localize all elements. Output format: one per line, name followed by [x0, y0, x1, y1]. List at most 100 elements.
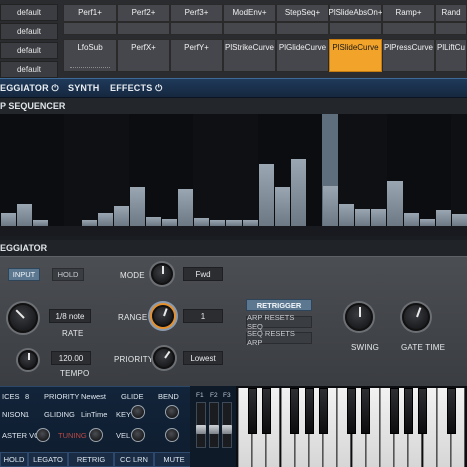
black-key[interactable] — [446, 388, 456, 434]
mod-cell-plpresscurve[interactable]: PlPressCurve — [382, 39, 435, 72]
range-value[interactable]: 1 — [183, 309, 223, 323]
black-key[interactable] — [304, 388, 314, 434]
mod-cell-empty[interactable] — [223, 22, 276, 35]
mod-cell-plslidecurve[interactable]: PlSlideCurve — [329, 39, 382, 72]
gate-time-knob[interactable] — [402, 303, 430, 331]
fader-f2[interactable] — [209, 402, 219, 448]
mod-cell-empty[interactable] — [117, 22, 170, 35]
mod-cell-plglidecurve[interactable]: PlGlideCurve — [276, 39, 329, 72]
glide-vel-knob[interactable] — [131, 428, 145, 442]
mod-cell-ramp[interactable]: Ramp+ — [382, 4, 435, 22]
priority-knob[interactable] — [153, 347, 175, 369]
preset-slot[interactable]: default — [0, 61, 58, 78]
mod-cell-plliftcurve[interactable]: PlLiftCu — [435, 39, 467, 72]
mode-value[interactable]: Fwd — [183, 267, 223, 281]
tuning-knob[interactable] — [89, 428, 103, 442]
master-vol-knob[interactable] — [36, 428, 50, 442]
mod-cell-stepseq[interactable]: StepSeq+ — [276, 4, 329, 22]
step-bar[interactable] — [258, 164, 274, 226]
arp-resets-seq-button[interactable]: ARP RESETS SEQ — [246, 313, 312, 331]
glide-key-knob[interactable] — [131, 405, 145, 419]
rate-value[interactable]: 1/8 note — [49, 309, 91, 323]
preset-slot[interactable]: default — [0, 23, 58, 40]
unison-value[interactable]: 1 — [25, 410, 29, 419]
black-key[interactable] — [403, 388, 413, 434]
mod-cell-plslideabson[interactable]: PlSlideAbsOn+ — [328, 4, 383, 22]
priority-value[interactable]: Newest — [81, 392, 106, 401]
step-bar[interactable] — [419, 219, 435, 226]
tab-effects[interactable]: EFFECTS ⏻ — [110, 83, 162, 94]
step-bar[interactable] — [274, 186, 290, 226]
rate-knob[interactable] — [8, 303, 38, 333]
mod-cell-rand[interactable]: Rand — [435, 4, 467, 22]
black-key[interactable] — [389, 388, 399, 434]
cc-learn-toggle[interactable]: CC LRN — [114, 452, 154, 467]
mod-cell-empty[interactable] — [382, 22, 435, 35]
priority-value[interactable]: Lowest — [183, 351, 223, 365]
step-bar[interactable] — [451, 213, 467, 226]
mod-cell-perf3[interactable]: Perf3+ — [170, 4, 223, 22]
black-key[interactable] — [318, 388, 328, 434]
step-bar[interactable] — [387, 181, 403, 226]
range-knob[interactable] — [152, 305, 174, 327]
seq-resets-arp-button[interactable]: SEQ RESETS ARP — [246, 329, 312, 347]
preset-slot[interactable]: default — [0, 42, 58, 59]
black-key[interactable] — [290, 388, 300, 434]
black-key[interactable] — [361, 388, 371, 434]
step-bar[interactable] — [403, 212, 419, 226]
power-icon[interactable]: ⏻ — [51, 83, 58, 93]
retrig-toggle[interactable]: RETRIG — [68, 452, 114, 467]
hold-toggle[interactable]: HOLD — [0, 452, 28, 467]
fader-f1[interactable] — [196, 402, 206, 448]
step-bar[interactable] — [113, 205, 129, 226]
fader-cap[interactable] — [222, 425, 232, 434]
mod-cell-empty[interactable] — [329, 22, 382, 35]
mod-cell-empty[interactable] — [435, 22, 467, 35]
step-bar[interactable] — [1, 212, 17, 226]
mod-cell-perf2[interactable]: Perf2+ — [117, 4, 170, 22]
black-key[interactable] — [347, 388, 357, 434]
bend-up-knob[interactable] — [165, 405, 179, 419]
tempo-value[interactable]: 120.00 — [51, 351, 91, 365]
preset-slot[interactable]: default — [0, 4, 58, 21]
bend-down-knob[interactable] — [165, 428, 179, 442]
step-bar[interactable] — [371, 209, 387, 226]
step-bar[interactable] — [97, 212, 113, 226]
step-bar[interactable] — [145, 217, 162, 226]
mod-cell-perf1[interactable]: Perf1+ — [63, 4, 117, 22]
tempo-knob[interactable] — [18, 350, 38, 370]
retrigger-button[interactable]: RETRIGGER — [246, 299, 312, 311]
step-bar[interactable] — [129, 186, 145, 226]
step-bar[interactable] — [194, 218, 210, 226]
black-key[interactable] — [418, 388, 428, 434]
step-bar[interactable] — [17, 203, 33, 226]
mute-toggle[interactable]: MUTE — [154, 452, 194, 467]
hold-button[interactable]: HOLD — [52, 268, 84, 281]
tab-arpeggiator[interactable]: EGGIATOR ⏻ — [0, 83, 59, 94]
mod-cell-empty[interactable] — [276, 22, 329, 35]
swing-knob[interactable] — [345, 303, 373, 331]
step-bar[interactable] — [290, 158, 306, 226]
black-key[interactable] — [261, 388, 271, 434]
step-bar[interactable] — [339, 203, 355, 226]
mode-knob[interactable] — [151, 263, 173, 285]
fader-cap[interactable] — [209, 425, 219, 434]
input-button[interactable]: INPUT — [8, 268, 40, 281]
step-bar[interactable] — [355, 209, 371, 226]
legato-toggle[interactable]: LEGATO — [28, 452, 68, 467]
gliding-value[interactable]: LinTime — [81, 410, 107, 419]
step-bar[interactable] — [323, 185, 339, 226]
step-bar[interactable] — [178, 189, 194, 226]
mod-cell-perfy[interactable]: PerfY+ — [170, 39, 223, 72]
mod-cell-plstrikecurve[interactable]: PlStrikeCurve — [223, 39, 276, 72]
fader-cap[interactable] — [196, 425, 206, 434]
mod-cell-empty[interactable] — [63, 22, 117, 35]
step-bar[interactable] — [162, 219, 178, 226]
fader-f3[interactable] — [222, 402, 232, 448]
mod-cell-empty[interactable] — [170, 22, 223, 35]
mod-cell-modenv[interactable]: ModEnv+ — [223, 4, 276, 22]
mod-cell-lfosub[interactable]: LfoSub — [63, 39, 117, 72]
mod-cell-perfx[interactable]: PerfX+ — [117, 39, 170, 72]
power-icon[interactable]: ⏻ — [155, 83, 162, 93]
tab-synth[interactable]: SYNTH — [68, 83, 100, 93]
